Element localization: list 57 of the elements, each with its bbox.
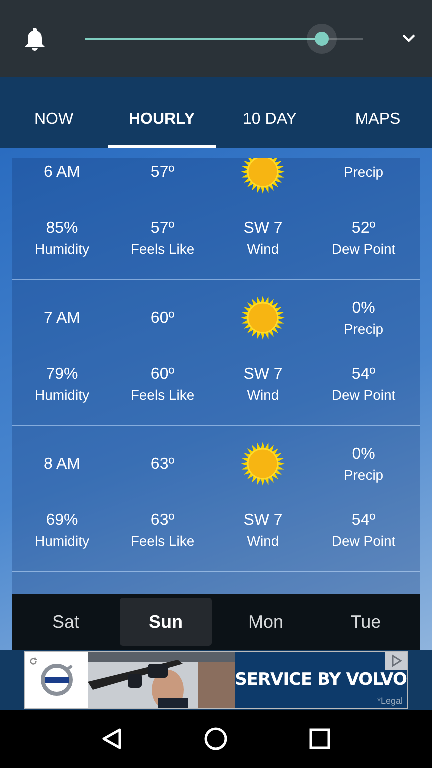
- humidity-label: Humidity: [35, 240, 90, 258]
- slider-thumb[interactable]: [307, 24, 338, 54]
- sun-icon: [240, 441, 286, 487]
- dew-point-value: 52º: [352, 218, 376, 238]
- feels-like-value: 57º: [150, 218, 175, 238]
- temperature: 60º: [150, 308, 175, 328]
- ad-banner[interactable]: SERVICE BY VOLVO *Legal: [24, 651, 408, 709]
- sun-icon: [240, 295, 286, 341]
- precip-value: 0%: [352, 298, 376, 318]
- feels-like-label: Feels Like: [130, 240, 195, 258]
- feels-like-label: Feels Like: [130, 386, 195, 404]
- hour-time: 6 AM: [44, 162, 80, 182]
- tab[interactable]: 10 DAY: [216, 111, 324, 148]
- wind-value: SW 7: [244, 510, 283, 530]
- tab[interactable]: NOW: [0, 111, 108, 148]
- day-tab[interactable]: Tue: [320, 598, 412, 646]
- precip-value: 0%: [352, 444, 376, 464]
- feels-like-value: 63º: [150, 510, 175, 530]
- precip-label: Precip: [344, 163, 384, 182]
- dew-point-label: Dew Point: [332, 532, 396, 550]
- day-tab[interactable]: Sat: [20, 598, 112, 646]
- sun-icon: [240, 158, 286, 195]
- hour-time: 7 AM: [44, 308, 80, 328]
- back-icon[interactable]: [100, 727, 123, 751]
- refresh-icon: [29, 657, 38, 666]
- wind-label: Wind: [247, 386, 280, 404]
- recents-icon[interactable]: [309, 728, 332, 750]
- bell-icon[interactable]: [24, 26, 46, 50]
- legal-link[interactable]: *Legal: [377, 696, 403, 706]
- humidity-label: Humidity: [35, 532, 90, 550]
- ad-headline: SERVICE BY VOLVO: [235, 670, 407, 690]
- wind-label: Wind: [247, 532, 280, 550]
- feels-like-value: 60º: [150, 364, 175, 384]
- day-tab[interactable]: Sun: [120, 598, 212, 646]
- precip-label: Precip: [344, 466, 384, 484]
- precip-label: Precip: [344, 320, 384, 338]
- dew-point-label: Dew Point: [332, 386, 396, 404]
- chevron-down-icon[interactable]: [402, 34, 416, 43]
- wind-value: SW 7: [244, 364, 283, 384]
- temperature: 57º: [150, 162, 175, 182]
- day-tab[interactable]: Mon: [220, 598, 312, 646]
- humidity-value: 69%: [46, 510, 78, 530]
- hour-time: 8 AM: [44, 454, 80, 474]
- humidity-value: 79%: [46, 364, 78, 384]
- wind-value: SW 7: [244, 218, 283, 238]
- temperature: 63º: [150, 454, 175, 474]
- ad-choices-icon[interactable]: [385, 652, 407, 670]
- tab[interactable]: MAPS: [324, 111, 432, 148]
- wind-label: Wind: [247, 240, 280, 258]
- logo-icon: [38, 662, 74, 698]
- humidity-label: Humidity: [35, 386, 90, 404]
- dew-point-label: Dew Point: [332, 240, 396, 258]
- dew-point-value: 54º: [352, 364, 376, 384]
- humidity-value: 85%: [46, 218, 78, 238]
- home-icon[interactable]: [204, 727, 228, 751]
- feels-like-label: Feels Like: [130, 532, 195, 550]
- dew-point-value: 54º: [352, 510, 376, 530]
